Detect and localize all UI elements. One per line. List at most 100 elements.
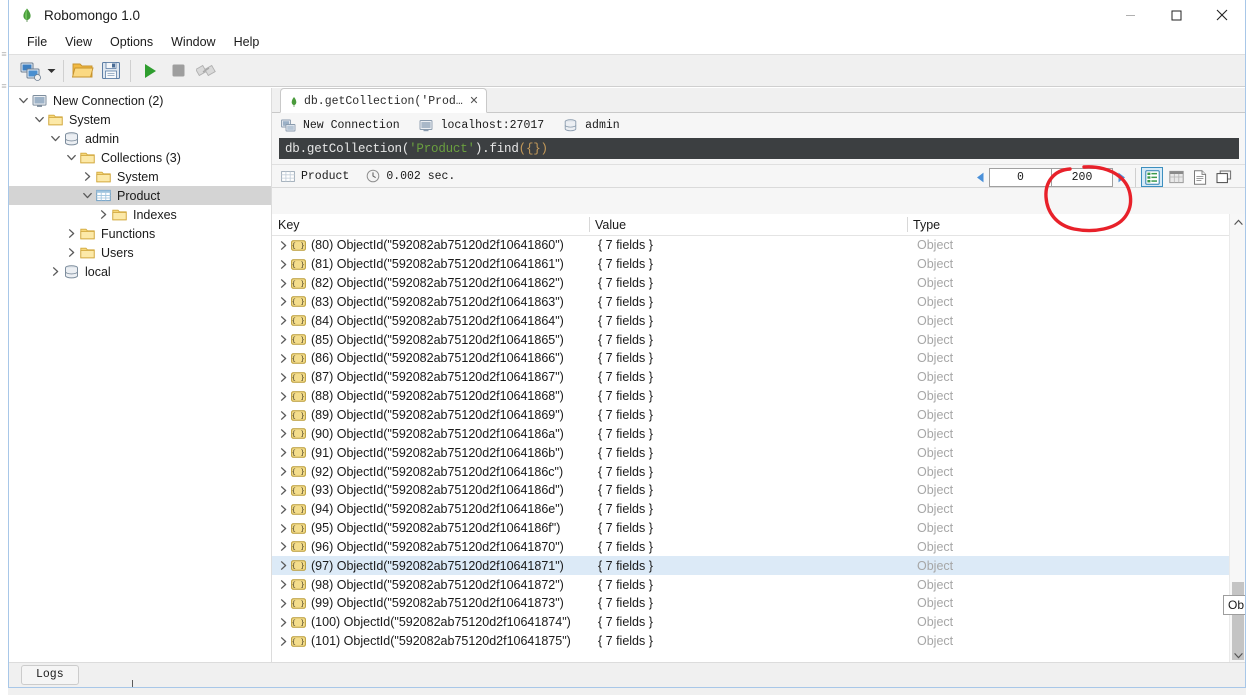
stop-button[interactable]: [164, 58, 192, 84]
chevron-right-icon[interactable]: [272, 241, 289, 250]
table-row[interactable]: { } (81) ObjectId("592082ab75120d2f106418…: [272, 255, 1245, 274]
chevron-right-icon[interactable]: [272, 391, 289, 401]
chevron-right-icon[interactable]: [63, 245, 79, 261]
tree-item-indexes[interactable]: Indexes: [9, 205, 271, 224]
table-row[interactable]: { } (88) ObjectId("592082ab75120d2f106418…: [272, 387, 1245, 406]
chevron-right-icon[interactable]: [272, 278, 289, 288]
chevron-right-icon[interactable]: [63, 226, 79, 242]
maximize-results-button[interactable]: [1213, 167, 1235, 187]
chevron-right-icon[interactable]: [272, 297, 289, 307]
table-row[interactable]: { } (83) ObjectId("592082ab75120d2f106418…: [272, 293, 1245, 312]
left-arrow-icon[interactable]: [972, 166, 989, 188]
right-arrow-icon[interactable]: [1113, 166, 1130, 188]
close-icon[interactable]: [1199, 0, 1245, 30]
chevron-right-icon[interactable]: [79, 169, 95, 185]
chevron-right-icon[interactable]: [272, 636, 289, 646]
save-script-button[interactable]: [97, 58, 125, 84]
scroll-up-icon[interactable]: [1230, 214, 1245, 230]
table-row[interactable]: { } (90) ObjectId("592082ab75120d2f106418…: [272, 424, 1245, 443]
column-header-type[interactable]: Type: [907, 214, 1207, 236]
chevron-right-icon[interactable]: [272, 504, 289, 514]
orientation-button[interactable]: [192, 58, 220, 84]
table-row[interactable]: { } (96) ObjectId("592082ab75120d2f106418…: [272, 538, 1245, 557]
table-row[interactable]: { } (101) ObjectId("592082ab75120d2f10641…: [272, 632, 1245, 651]
table-row[interactable]: { } (98) ObjectId("592082ab75120d2f106418…: [272, 575, 1245, 594]
chevron-right-icon[interactable]: [272, 561, 289, 571]
table-row[interactable]: { } (86) ObjectId("592082ab75120d2f106418…: [272, 349, 1245, 368]
chevron-right-icon[interactable]: [272, 259, 289, 269]
chevron-right-icon[interactable]: [272, 580, 289, 589]
menu-options[interactable]: Options: [101, 32, 162, 52]
chevron-right-icon[interactable]: [272, 542, 289, 552]
text-view-button[interactable]: [1189, 167, 1211, 187]
query-editor[interactable]: db.getCollection('Product').find({}): [279, 138, 1239, 159]
tree-item-functions[interactable]: Functions: [9, 224, 271, 243]
tree-item-system[interactable]: System: [9, 110, 271, 129]
scroll-down-icon[interactable]: [1230, 647, 1245, 663]
chevron-right-icon[interactable]: [95, 207, 111, 223]
chevron-down-icon[interactable]: [47, 131, 63, 147]
table-row[interactable]: { } (87) ObjectId("592082ab75120d2f106418…: [272, 368, 1245, 387]
chevron-right-icon[interactable]: [272, 316, 289, 326]
chevron-down-icon[interactable]: [45, 58, 58, 84]
chevron-right-icon[interactable]: [272, 372, 289, 382]
table-row[interactable]: { } (82) ObjectId("592082ab75120d2f106418…: [272, 274, 1245, 293]
table-row[interactable]: { } (100) ObjectId("592082ab75120d2f10641…: [272, 613, 1245, 632]
table-row[interactable]: { } (84) ObjectId("592082ab75120d2f106418…: [272, 311, 1245, 330]
chevron-right-icon[interactable]: [272, 467, 289, 476]
table-row[interactable]: { } (91) ObjectId("592082ab75120d2f106418…: [272, 443, 1245, 462]
tree-item-new-connection-2[interactable]: New Connection (2): [9, 91, 271, 110]
column-header-value[interactable]: Value: [589, 214, 907, 236]
table-row[interactable]: { } (97) ObjectId("592082ab75120d2f106418…: [272, 556, 1245, 576]
tree-item-system[interactable]: System: [9, 167, 271, 186]
menu-window[interactable]: Window: [162, 32, 224, 52]
chevron-down-icon[interactable]: [63, 150, 79, 166]
connection-name-group[interactable]: New Connection: [280, 119, 400, 133]
chevron-down-icon[interactable]: [15, 93, 31, 109]
chevron-right-icon[interactable]: [272, 448, 289, 458]
close-icon[interactable]: ✕: [468, 94, 480, 107]
menu-file[interactable]: File: [18, 32, 56, 52]
table-row[interactable]: { } (80) ObjectId("592082ab75120d2f106418…: [272, 236, 1245, 255]
table-row[interactable]: { } (92) ObjectId("592082ab75120d2f106418…: [272, 462, 1245, 481]
menu-help[interactable]: Help: [225, 32, 269, 52]
table-view-button[interactable]: [1165, 167, 1187, 187]
chevron-right-icon[interactable]: [272, 617, 289, 627]
table-row[interactable]: { } (94) ObjectId("592082ab75120d2f106418…: [272, 500, 1245, 519]
chevron-right-icon[interactable]: [272, 410, 289, 420]
chevron-down-icon[interactable]: [79, 188, 95, 204]
table-row[interactable]: { } (95) ObjectId("592082ab75120d2f106418…: [272, 519, 1245, 538]
logs-button[interactable]: Logs: [21, 665, 79, 685]
skip-input[interactable]: 0: [989, 167, 1051, 187]
tree-item-product[interactable]: Product: [9, 186, 271, 205]
table-row[interactable]: { } (89) ObjectId("592082ab75120d2f106418…: [272, 406, 1245, 425]
tree-item-collections-3[interactable]: Collections (3): [9, 148, 271, 167]
column-header-key[interactable]: Key: [272, 214, 589, 236]
execute-button[interactable]: [136, 58, 164, 84]
tab-query-product[interactable]: db.getCollection('Product⋯ ✕: [280, 88, 487, 113]
chevron-right-icon[interactable]: [272, 429, 289, 439]
chevron-down-icon[interactable]: [31, 112, 47, 128]
chevron-right-icon[interactable]: [272, 354, 289, 363]
tree-view-button[interactable]: [1141, 167, 1163, 187]
maximize-icon[interactable]: [1153, 0, 1199, 30]
minimize-icon[interactable]: [1107, 0, 1153, 30]
host-group[interactable]: localhost:27017: [418, 119, 544, 133]
chevron-right-icon[interactable]: [272, 523, 289, 533]
grid-rows: { } (80) ObjectId("592082ab75120d2f106418…: [272, 236, 1245, 651]
chevron-right-icon[interactable]: [47, 264, 63, 280]
chevron-right-icon[interactable]: [272, 335, 289, 344]
table-row[interactable]: { } (99) ObjectId("592082ab75120d2f106418…: [272, 594, 1245, 613]
limit-input[interactable]: 200: [1051, 167, 1113, 187]
menu-view[interactable]: View: [56, 32, 101, 52]
table-row[interactable]: { } (85) ObjectId("592082ab75120d2f106418…: [272, 330, 1245, 349]
tree-item-users[interactable]: Users: [9, 243, 271, 262]
chevron-right-icon[interactable]: [272, 486, 289, 495]
open-script-button[interactable]: [69, 58, 97, 84]
tree-item-local[interactable]: local: [9, 262, 271, 281]
new-connection-button[interactable]: [17, 58, 45, 84]
database-group[interactable]: admin: [562, 119, 620, 133]
chevron-right-icon[interactable]: [272, 599, 289, 608]
tree-item-admin[interactable]: admin: [9, 129, 271, 148]
table-row[interactable]: { } (93) ObjectId("592082ab75120d2f106418…: [272, 481, 1245, 500]
